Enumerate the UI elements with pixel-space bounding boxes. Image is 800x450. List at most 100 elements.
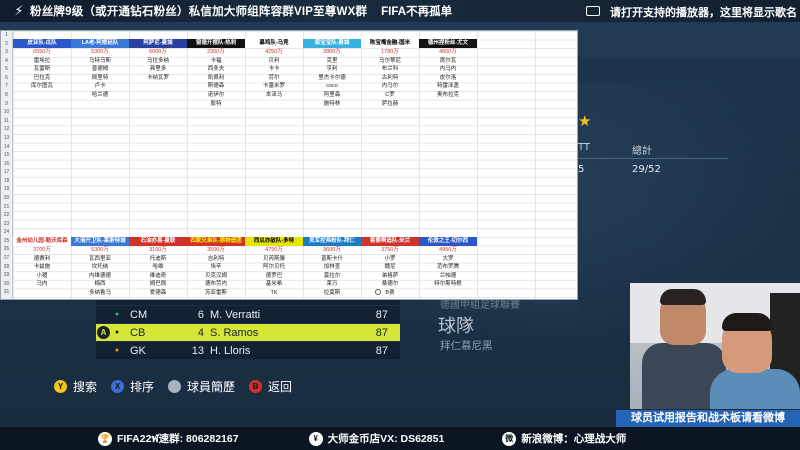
player-cell[interactable]: 桑德尔 [361,280,419,289]
player-cell[interactable]: 施特林 [303,100,361,109]
player-cell[interactable]: 卢卡 [71,82,129,91]
player-cell[interactable]: 德赛利 [13,255,71,264]
player-cell[interactable]: 姆巴佩 [129,280,187,289]
control-label[interactable]: 排序 [130,378,154,395]
team-cost[interactable]: 4750万 [245,246,303,255]
team-header[interactable]: 伦敦之王-切尔西 [419,237,477,246]
player-cell[interactable]: 坎托纳 [71,263,129,272]
player-cell[interactable]: 马特乌斯 [71,57,129,66]
team-header[interactable]: 阿萨尼-曼城 [129,39,187,48]
player-cell[interactable]: 拉莫斯 [303,289,361,298]
team-header[interactable]: 石油亦易-曼联 [129,237,187,246]
player-cell[interactable]: 斯德森 [187,82,245,91]
player-cell[interactable]: B费 [361,289,419,298]
team-cost[interactable]: 6000万 [129,48,187,57]
player-cell[interactable]: 特尔斯特根 [419,280,477,289]
team-header[interactable]: 吴军控弗粉队-拜仁 [303,237,361,246]
player-row[interactable]: ● GK 13 H. Lloris 87 [96,342,400,359]
player-cell[interactable]: 瓦西里亚 [71,255,129,264]
player-cell[interactable]: 布兰科 [361,65,419,74]
team-header[interactable]: 大港开卫队-莱斯特城 [71,237,129,246]
team-cost[interactable]: 6550万 [13,48,71,57]
team-cost[interactable]: 3800万 [303,48,361,57]
player-cell[interactable]: coco [303,82,361,91]
team-header[interactable]: 陈宝嘴金融-国米 [361,39,419,48]
team-cost[interactable]: 5300万 [71,246,129,255]
team-header[interactable]: 西瓜亦敌队-多特 [245,237,303,246]
player-cell[interactable]: 小罗 [361,255,419,264]
player-cell[interactable]: 兰帕德 [419,272,477,281]
player-cell[interactable]: 内维德德 [71,272,129,281]
player-cell[interactable]: 卡卡 [245,65,303,74]
player-cell[interactable]: 卡纳瓦罗 [129,74,187,83]
player-cell[interactable]: 贝克汉姆 [187,272,245,281]
player-cell[interactable]: 西多夫 [187,65,245,74]
player-cell[interactable]: 普德姆 [71,65,129,74]
player-cell[interactable]: 胶特 [187,100,245,109]
player-cell[interactable]: 小猪 [13,272,71,281]
player-cell[interactable]: 普斯卡什 [303,255,361,264]
player-row[interactable]: ● CM 6 M. Verratti 87 [96,306,400,323]
player-cell[interactable]: 内马尔 [361,82,419,91]
player-cell[interactable]: 瓦雷斯 [13,65,71,74]
player-cell[interactable]: 阿里森 [303,91,361,100]
team-cost[interactable]: 1780万 [361,48,419,57]
control-label[interactable]: 球員簡歷 [187,378,235,395]
player-cell[interactable]: 诺伊尔 [187,91,245,100]
player-cell[interactable]: 卡福 [187,57,245,66]
team-header[interactable]: 梁宝宝队-曼城 [303,39,361,48]
player-cell[interactable]: 卡塞米罗 [245,82,303,91]
player-cell[interactable]: TK [245,289,303,298]
player-cell[interactable]: 弟格萨 [361,272,419,281]
player-cell[interactable]: 爱德森 [129,289,187,298]
player-cell[interactable]: 马尔蒂尼 [361,57,419,66]
player-cell[interactable]: 莱万 [303,280,361,289]
player-cell[interactable]: 维迪奇 [129,272,187,281]
team-cost[interactable]: 4800万 [419,48,477,57]
team-header[interactable]: 套要啊追队-米兰 [361,237,419,246]
control-label[interactable]: 返回 [268,378,292,395]
player-cell[interactable]: 凯佩利 [187,74,245,83]
team-cost[interactable]: 3700万 [13,246,71,255]
player-cell[interactable]: 库尔图瓦 [13,82,71,91]
player-cell[interactable]: 皮尔洛 [419,74,477,83]
player-cell[interactable]: 亨利 [303,65,361,74]
player-cell[interactable]: 基米希 [245,280,303,289]
player-cell[interactable]: 弗里多 [129,65,187,74]
player-cell[interactable]: 克里 [303,57,361,66]
player-cell[interactable]: 阿尔贝托 [245,263,303,272]
player-cell[interactable]: 佩里特 [71,74,129,83]
player-cell[interactable]: 加林查 [303,263,361,272]
spreadsheet-overlay[interactable]: 1 2 3 4 5 6 7 8 9 10 11 12 13 14 15 16 17 18 19 20 21 22 23 24 2… [0,30,578,300]
team-cost[interactable]: 3600万 [303,246,361,255]
team-cost[interactable]: 4250万 [245,48,303,57]
player-cell[interactable]: 哈维 [129,263,187,272]
player-cell[interactable]: C罗 [361,91,419,100]
player-cell[interactable]: 贝芮斯滕 [245,255,303,264]
player-cell[interactable]: 特雷泽盖 [419,82,477,91]
team-cost[interactable]: 3500万 [187,246,245,255]
team-cost[interactable]: 2300万 [187,48,245,57]
team-cost[interactable]: 4950万 [419,246,477,255]
player-cell[interactable]: 雷埃拉 [13,57,71,66]
player-cell[interactable]: 苏亚雷斯 [187,289,245,298]
player-cell[interactable]: 劳尔 [245,74,303,83]
player-cell[interactable]: 德布劳内 [187,280,245,289]
control-label[interactable]: 搜索 [73,378,97,395]
player-cell[interactable]: 多纳鲁马 [71,289,129,298]
player-cell[interactable]: 大罗 [419,255,477,264]
player-cell[interactable]: 古利特 [361,74,419,83]
player-cell[interactable]: 席尔瓦 [419,57,477,66]
team-header[interactable]: 德州捏粉丝-尤文 [419,39,477,48]
team-cost[interactable]: 5300万 [71,48,129,57]
player-cell[interactable]: 里杰卡尔德 [303,74,361,83]
team-header[interactable]: LA老-阿根廷队 [71,39,129,48]
player-cell[interactable]: 贝利 [245,57,303,66]
player-cell[interactable]: 梅西 [71,280,129,289]
team-header[interactable]: 皮亚队-瓜队 [13,39,71,48]
player-cell[interactable]: 马拉多纳 [129,57,187,66]
player-cell[interactable]: 吉利特 [187,255,245,264]
player-cell[interactable]: 莫拉尔 [303,272,361,281]
player-cell[interactable]: 埃辛 [187,263,245,272]
player-cell[interactable]: 德罗巴 [245,272,303,281]
